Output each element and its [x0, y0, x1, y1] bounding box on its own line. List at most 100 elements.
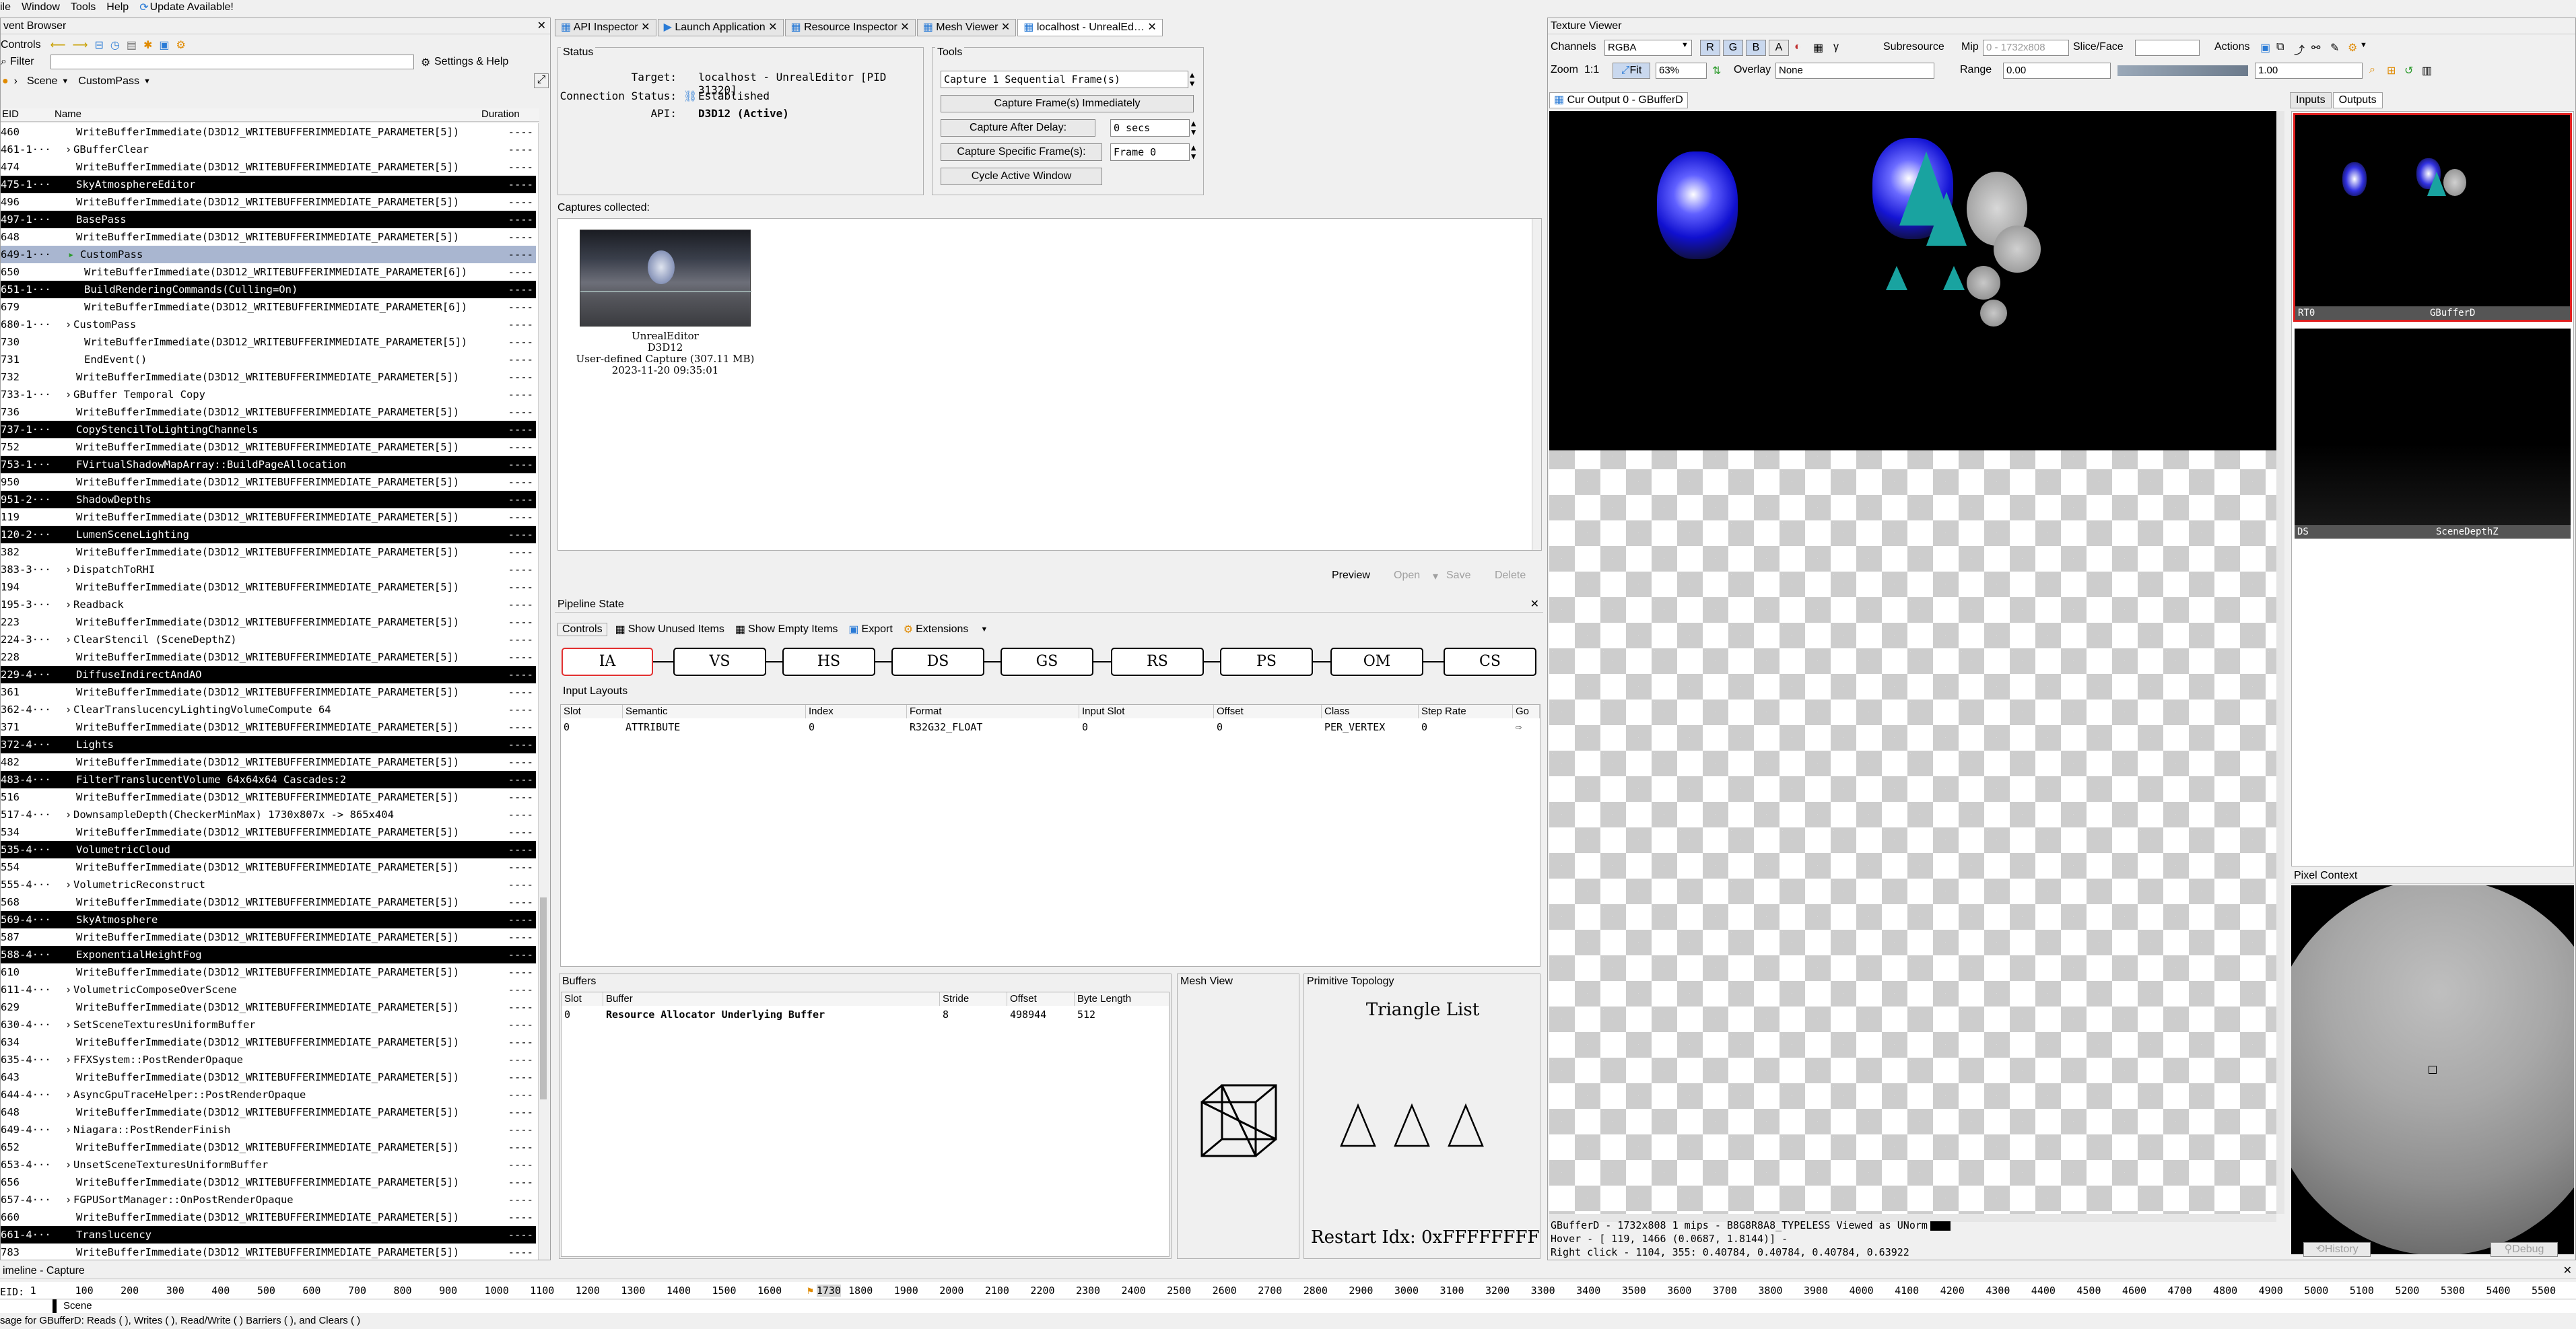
- chevron-down-icon[interactable]: ▼: [143, 77, 151, 86]
- chevron-down-icon[interactable]: ▼: [980, 625, 988, 634]
- event-row[interactable]: › 195-3··· Readback ----: [1, 596, 536, 613]
- open-dropdown-icon[interactable]: ▾: [1433, 570, 1438, 583]
- chevron-down-icon[interactable]: ▼: [61, 77, 69, 86]
- col-duration[interactable]: Duration: [481, 108, 520, 120]
- event-row[interactable]: › 657-4··· FGPUSortManager::OnPostRenderOp…: [1, 1191, 536, 1208]
- event-row[interactable]: 516 WriteBufferImmediate(D3D12_WRITEBUFFE…: [1, 788, 536, 806]
- spin-icon[interactable]: ▲ ▼: [1191, 119, 1196, 137]
- event-row[interactable]: 569-4··· SkyAtmosphere ----: [1, 911, 536, 928]
- event-row[interactable]: 554 WriteBufferImmediate(D3D12_WRITEBUFFE…: [1, 858, 536, 876]
- expand-chevron-icon[interactable]: ›: [65, 596, 71, 613]
- viewport-vscroll[interactable]: [2276, 111, 2284, 1214]
- event-row[interactable]: 229-4··· DiffuseIndirectAndAO ----: [1, 666, 536, 683]
- overlay-select[interactable]: None: [1775, 63, 1934, 79]
- expand-chevron-icon[interactable]: ›: [65, 1121, 71, 1138]
- column-header[interactable]: Slot: [562, 992, 603, 1006]
- column-header[interactable]: Step Rate: [1419, 705, 1513, 718]
- event-row[interactable]: 483-4··· FilterTranslucentVolume 64x64x64…: [1, 771, 536, 788]
- open-button[interactable]: Open: [1394, 570, 1420, 582]
- event-row[interactable]: › 733-1··· GBuffer Temporal Copy ----: [1, 386, 536, 403]
- chevron-down-icon[interactable]: ▼: [2360, 41, 2367, 49]
- debug-button[interactable]: ⚲Debug: [2490, 1242, 2558, 1257]
- tab-localhost[interactable]: ▦ localhost - UnrealEd… ✕: [1017, 19, 1163, 36]
- expand-chevron-icon[interactable]: ›: [65, 1016, 71, 1033]
- filter-input[interactable]: [50, 55, 414, 69]
- event-row[interactable]: › 630-4··· SetSceneTexturesUniformBuffer --…: [1, 1016, 536, 1033]
- stage-ds[interactable]: DS: [891, 648, 984, 676]
- event-row[interactable]: 783 WriteBufferImmediate(D3D12_WRITEBUFFE…: [1, 1243, 536, 1260]
- gamma-icon[interactable]: γ: [1833, 41, 1839, 53]
- expand-chevron-icon[interactable]: ›: [65, 1156, 71, 1173]
- save-icon[interactable]: ▣: [159, 38, 169, 52]
- extensions-button[interactable]: Extensions: [916, 623, 968, 636]
- tab-resource-inspector[interactable]: ▦ Resource Inspector ✕: [784, 19, 916, 36]
- event-row[interactable]: › 555-4··· VolumetricReconstruct ----: [1, 876, 536, 893]
- binoculars-icon[interactable]: ⚯: [2311, 41, 2320, 55]
- settings-icon[interactable]: ⚙: [176, 38, 185, 52]
- save-button[interactable]: Save: [1446, 570, 1470, 582]
- column-header[interactable]: Go: [1513, 705, 1540, 718]
- event-row[interactable]: 587 WriteBufferImmediate(D3D12_WRITEBUFFE…: [1, 928, 536, 946]
- event-row[interactable]: 475-1··· SkyAtmosphereEditor ----: [1, 176, 536, 193]
- edit-icon[interactable]: ✎: [2330, 41, 2339, 55]
- thumbnail-ds[interactable]: DS SceneDepthZ: [2295, 329, 2571, 539]
- event-row[interactable]: › 517-4··· DownsampleDepth(CheckerMinMax) …: [1, 806, 536, 823]
- expand-chevron-icon[interactable]: ›: [65, 1191, 71, 1208]
- column-header[interactable]: Class: [1322, 705, 1419, 718]
- history-button[interactable]: ⟲History: [2303, 1242, 2371, 1257]
- menu-window[interactable]: Window: [22, 1, 60, 13]
- stage-vs[interactable]: VS: [673, 648, 766, 676]
- event-row[interactable]: › 680-1··· CustomPass ----: [1, 316, 536, 333]
- tab-inputs[interactable]: Inputs: [2290, 92, 2332, 108]
- tab-cur-output[interactable]: ▦ Cur Output 0 - GBufferD: [1549, 92, 1688, 108]
- range-min-input[interactable]: 0.00: [2003, 63, 2111, 79]
- color-picker-icon[interactable]: ◐: [1794, 41, 1801, 53]
- column-header[interactable]: Slot: [561, 705, 623, 718]
- capture-specific-button[interactable]: Capture Specific Frame(s):: [941, 143, 1102, 161]
- bookmark-icon[interactable]: ▤: [127, 38, 137, 52]
- column-header[interactable]: Byte Length: [1075, 992, 1169, 1006]
- preview-button[interactable]: Preview: [1332, 570, 1370, 582]
- event-row[interactable]: 228 WriteBufferImmediate(D3D12_WRITEBUFFE…: [1, 648, 536, 666]
- flip-icon[interactable]: ⇅: [1712, 64, 1721, 77]
- event-row[interactable]: 661-4··· Translucency ----: [1, 1226, 536, 1243]
- goto-icon[interactable]: ⤴: [2294, 41, 2305, 57]
- settings-help-button[interactable]: Settings & Help: [434, 56, 508, 68]
- event-row[interactable]: 372-4··· Lights ----: [1, 736, 536, 753]
- event-row[interactable]: 730 WriteBufferImmediate(D3D12_WRITEBUFFE…: [1, 333, 536, 351]
- event-row[interactable]: 371 WriteBufferImmediate(D3D12_WRITEBUFFE…: [1, 718, 536, 736]
- event-row[interactable]: 634 WriteBufferImmediate(D3D12_WRITEBUFFE…: [1, 1033, 536, 1051]
- channel-b-toggle[interactable]: B: [1746, 40, 1766, 56]
- timeline-scene-bar[interactable]: Scene: [0, 1299, 2576, 1313]
- close-icon[interactable]: ✕: [537, 18, 546, 34]
- range-max-input[interactable]: 1.00: [2255, 63, 2363, 79]
- zoom-select[interactable]: 63%: [1656, 63, 1707, 79]
- zoom-range-icon[interactable]: ⌕: [2369, 64, 2375, 76]
- save-texture-icon[interactable]: ▣: [2260, 41, 2270, 55]
- event-row[interactable]: 648 WriteBufferImmediate(D3D12_WRITEBUFFE…: [1, 228, 536, 246]
- close-icon[interactable]: ✕: [2563, 1263, 2572, 1279]
- event-row[interactable]: 651-1··· BuildRenderingCommands(Culling=O…: [1, 281, 536, 298]
- event-row[interactable]: 752 WriteBufferImmediate(D3D12_WRITEBUFFE…: [1, 438, 536, 456]
- event-scrollbar[interactable]: [538, 123, 547, 1260]
- expand-chevron-icon[interactable]: ›: [65, 876, 71, 893]
- event-row[interactable]: › 649-4··· Niagara::PostRenderFinish ----: [1, 1121, 536, 1138]
- stage-rs[interactable]: RS: [1111, 648, 1204, 676]
- event-row[interactable]: 951-2··· ShadowDepths ----: [1, 491, 536, 508]
- expand-chevron-icon[interactable]: ›: [65, 806, 71, 823]
- tab-outputs[interactable]: Outputs: [2332, 92, 2383, 108]
- channel-a-toggle[interactable]: A: [1769, 40, 1789, 56]
- event-row[interactable]: 497-1··· BasePass ----: [1, 211, 536, 228]
- chevron-down-icon[interactable]: ▼: [1681, 41, 1689, 49]
- event-row[interactable]: 568 WriteBufferImmediate(D3D12_WRITEBUFFE…: [1, 893, 536, 911]
- range-histogram[interactable]: [2117, 65, 2248, 76]
- column-header[interactable]: Format: [907, 705, 1079, 718]
- expand-chevron-icon[interactable]: ›: [65, 141, 71, 158]
- event-row[interactable]: 652 WriteBufferImmediate(D3D12_WRITEBUFFE…: [1, 1138, 536, 1156]
- delay-spinbox[interactable]: 0 secs: [1110, 119, 1190, 137]
- event-row[interactable]: 588-4··· ExponentialHeightFog ----: [1, 946, 536, 963]
- frame-spinbox[interactable]: Frame 0: [1110, 143, 1190, 161]
- stage-hs[interactable]: HS: [782, 648, 875, 676]
- breadcrumb-custompass[interactable]: CustomPass: [78, 75, 139, 88]
- event-row[interactable]: 610 WriteBufferImmediate(D3D12_WRITEBUFFE…: [1, 963, 536, 981]
